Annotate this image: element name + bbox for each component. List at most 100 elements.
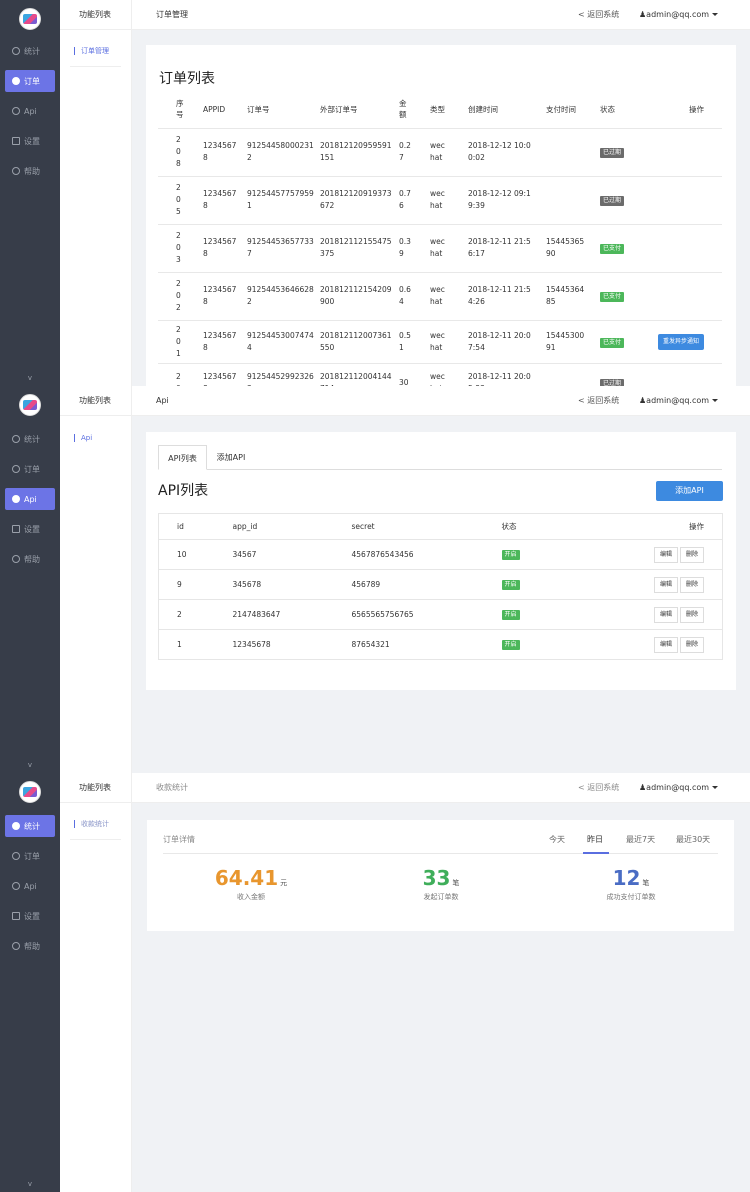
- sidebar-item-orders[interactable]: 订单: [5, 458, 55, 480]
- paid-cell: 1544536590: [546, 224, 600, 273]
- top-bar: Api < 返回系统 ♟admin@qq.com: [132, 386, 750, 416]
- back-to-system-link[interactable]: < 返回系统: [578, 773, 619, 803]
- chart-icon: [12, 882, 20, 890]
- function-list-panel: 功能列表 Api: [60, 386, 132, 773]
- sidebar-nav: 统计 订单 Api 设置 帮助: [0, 815, 60, 965]
- tab-today[interactable]: 今天: [549, 834, 565, 845]
- sidebar-nav: 统计 订单 Api 设置 帮助: [0, 40, 60, 190]
- table-header-row: 序号 APPID 订单号 外部订单号 金额 类型 创建时间 支付时间 状态 操作: [158, 91, 722, 129]
- sidebar-nav: 统计 订单 Api 设置 帮助: [0, 428, 60, 578]
- function-list-panel: 功能列表 收款统计: [60, 773, 132, 1192]
- action-cell: [648, 224, 722, 273]
- chart-icon: [12, 107, 20, 115]
- column-header: 序号: [158, 91, 203, 129]
- type-cell: wechat: [430, 363, 468, 386]
- sidebar-item-api[interactable]: Api: [5, 100, 55, 122]
- chart-icon: [12, 465, 20, 473]
- amount-cell: 0.64: [399, 272, 430, 321]
- top-bar: 收款统计 < 返回系统 ♟admin@qq.com: [132, 773, 750, 803]
- appid-cell: 12345678: [203, 128, 247, 177]
- sidebar-item-api[interactable]: Api: [5, 488, 55, 510]
- sidebar: 统计 订单 Api 设置 帮助 v: [0, 0, 60, 386]
- status-cell: 已过期: [600, 363, 648, 386]
- amount-cell: 0.39: [399, 224, 430, 273]
- status-badge: 已支付: [600, 292, 625, 302]
- caret-down-icon: [712, 786, 719, 789]
- sub-item-api[interactable]: Api: [60, 434, 131, 442]
- back-to-system-link[interactable]: < 返回系统: [578, 386, 619, 416]
- api-panel: 统计 订单 Api 设置 帮助 v 功能列表 Api Api < 返回系统 ♟a…: [0, 386, 750, 773]
- action-cell: [648, 176, 722, 225]
- created-cell: 2018-12-12 09:19:39: [468, 176, 546, 225]
- sidebar-item-orders[interactable]: 订单: [5, 70, 55, 92]
- app-logo[interactable]: [19, 781, 41, 803]
- order-no-cell: 912544529923263: [247, 363, 320, 386]
- orders-panel: 统计 订单 Api 设置 帮助 v 功能列表 订单管理 订单管理 < 返回系统 …: [0, 0, 750, 386]
- breadcrumb: Api: [156, 396, 169, 405]
- sidebar-item-settings[interactable]: 设置: [5, 130, 55, 152]
- order-no-cell: 912544536466282: [247, 272, 320, 321]
- action-cell: [648, 128, 722, 177]
- table-row: 2012345678912544529923263201812112004144…: [158, 363, 722, 386]
- settings-icon: [12, 137, 20, 145]
- sub-item-payment-stats[interactable]: 收款统计: [60, 819, 131, 829]
- status-cell: 已过期: [600, 176, 648, 225]
- amount-cell: 0.27: [399, 128, 430, 177]
- page-title: 订单列表: [159, 71, 215, 87]
- sidebar-item-orders[interactable]: 订单: [5, 845, 55, 867]
- settings-icon: [12, 912, 20, 920]
- tab-yesterday[interactable]: 昨日: [587, 834, 603, 845]
- orders-initiated-unit: 笔: [452, 879, 460, 887]
- sidebar-item-settings[interactable]: 设置: [5, 905, 55, 927]
- collapse-toggle[interactable]: v: [0, 374, 60, 382]
- type-cell: wechat: [430, 272, 468, 321]
- order-no-cell: 912544530074744: [247, 320, 320, 364]
- ext-order-no-cell: 201812120959591151: [320, 128, 399, 177]
- tab-last-7-days[interactable]: 最近7天: [626, 834, 655, 845]
- app-logo[interactable]: [19, 394, 41, 416]
- sidebar-item-api[interactable]: Api: [5, 875, 55, 897]
- income-stat: 64.41 元 收入金额: [171, 866, 331, 902]
- status-badge: 已过期: [600, 148, 625, 158]
- type-cell: wechat: [430, 176, 468, 225]
- status-cell: 已过期: [600, 128, 648, 177]
- help-icon: [12, 167, 20, 175]
- status-cell: 已支付: [600, 224, 648, 273]
- collapse-toggle[interactable]: v: [0, 761, 60, 769]
- user-menu[interactable]: ♟admin@qq.com: [639, 386, 719, 416]
- sidebar-item-stats[interactable]: 统计: [5, 815, 55, 837]
- app-logo[interactable]: [19, 8, 41, 30]
- orders-initiated-value: 33: [422, 866, 451, 890]
- tab-last-30-days[interactable]: 最近30天: [676, 834, 710, 845]
- sidebar-item-help[interactable]: 帮助: [5, 935, 55, 957]
- collapse-toggle[interactable]: v: [0, 1180, 60, 1188]
- paid-cell: 1544530091: [546, 320, 600, 364]
- type-cell: wechat: [430, 320, 468, 364]
- sidebar-item-settings[interactable]: 设置: [5, 518, 55, 540]
- help-icon: [12, 555, 20, 563]
- paid-cell: 1544536485: [546, 272, 600, 321]
- back-to-system-link[interactable]: < 返回系统: [578, 0, 619, 30]
- column-header: 金额: [399, 91, 430, 129]
- user-menu[interactable]: ♟admin@qq.com: [639, 773, 719, 803]
- sidebar-item-stats[interactable]: 统计: [5, 40, 55, 62]
- paid-cell: [546, 363, 600, 386]
- order-table: 序号 APPID 订单号 外部订单号 金额 类型 创建时间 支付时间 状态 操作…: [158, 91, 722, 386]
- tab-divider: [163, 853, 718, 854]
- sidebar-item-stats[interactable]: 统计: [5, 428, 55, 450]
- user-menu[interactable]: ♟admin@qq.com: [639, 0, 719, 30]
- function-list-panel: 功能列表 订单管理: [60, 0, 132, 386]
- column-header: 订单号: [247, 91, 320, 129]
- amount-cell: 0.76: [399, 176, 430, 225]
- sidebar: 统计 订单 Api 设置 帮助 v: [0, 773, 60, 1192]
- sub-item-order-management[interactable]: 订单管理: [60, 46, 131, 56]
- sidebar-item-help[interactable]: 帮助: [5, 160, 55, 182]
- breadcrumb: 收款统计: [156, 783, 188, 792]
- paid-orders-label: 成功支付订单数: [606, 893, 656, 901]
- sidebar-item-help[interactable]: 帮助: [5, 548, 55, 570]
- created-cell: 2018-12-11 21:54:26: [468, 272, 546, 321]
- chart-icon: [12, 822, 20, 830]
- active-tab-underline: [583, 852, 609, 854]
- resend-notify-button[interactable]: 重发异步通知: [657, 333, 704, 350]
- column-header: 类型: [430, 91, 468, 129]
